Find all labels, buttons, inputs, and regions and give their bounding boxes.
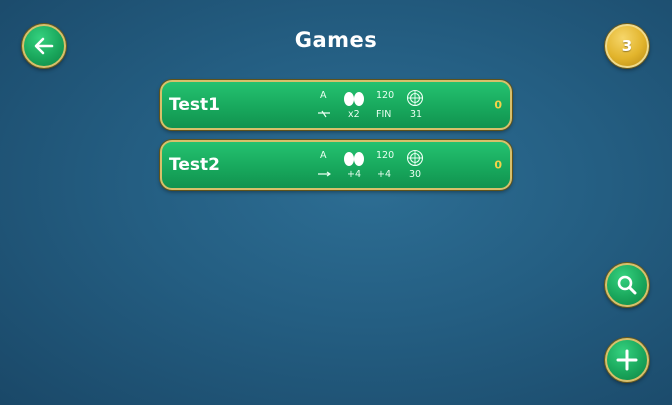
coins-badge[interactable]: 3 <box>605 24 649 68</box>
target-icon <box>406 89 424 107</box>
wing-icon <box>318 110 330 118</box>
stat-top-a: A <box>320 90 327 101</box>
game-name: Test1 <box>169 95 220 115</box>
eggs-icon <box>344 152 364 166</box>
add-game-button[interactable] <box>605 338 649 382</box>
search-icon <box>617 275 637 295</box>
stat-top-c: 120 <box>376 150 395 161</box>
eggs-label: +4 <box>347 169 362 180</box>
game-count: 0 <box>494 158 502 172</box>
eggs-icon <box>344 92 364 106</box>
arrow-right-icon <box>318 171 331 177</box>
eggs-label: x2 <box>348 109 360 120</box>
game-row-test2[interactable]: Test2 A +4 120 +4 30 0 <box>160 140 512 190</box>
game-row-test1[interactable]: Test1 A x2 120 FIN 31 0 <box>160 80 512 130</box>
page-title: Games <box>294 28 378 52</box>
stat-bottom-d: 30 <box>409 169 422 180</box>
plus-icon <box>616 349 638 371</box>
target-icon <box>406 149 424 167</box>
stat-bottom-c: FIN <box>376 109 392 120</box>
stat-bottom-d: 31 <box>410 109 423 120</box>
stat-top-a: A <box>320 150 327 161</box>
game-name: Test2 <box>169 155 220 175</box>
coins-count: 3 <box>621 37 633 55</box>
search-button[interactable] <box>605 263 649 307</box>
game-count: 0 <box>494 98 502 112</box>
stat-bottom-c: +4 <box>377 169 392 180</box>
stat-top-c: 120 <box>376 90 395 101</box>
